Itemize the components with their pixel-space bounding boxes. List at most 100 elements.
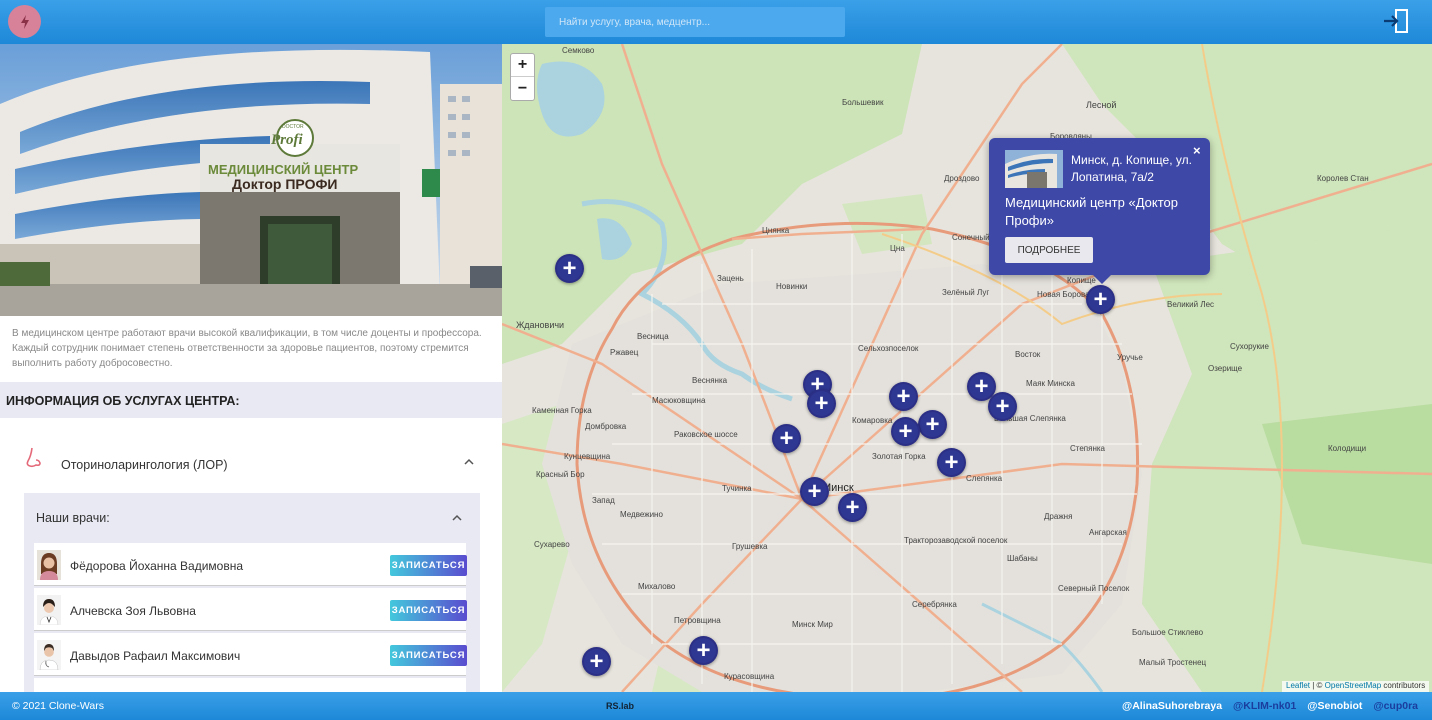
search-input[interactable] [545,7,845,37]
clinic-marker[interactable]: + [689,636,718,665]
sign-brand: Profi [271,132,303,148]
clinic-panel: DOCTOR Profi МЕДИЦИНСКИЙ ЦЕНТР Доктор ПР… [0,44,502,692]
map-label: Сухарево [534,540,570,549]
clinic-marker[interactable]: + [937,448,966,477]
map-label: Сельхозпоселок [858,344,919,353]
map-label: Колодищи [1328,444,1367,453]
sign-line2: Доктор ПРОФИ [232,176,338,192]
map-label: Ангарская [1089,528,1127,537]
chevron-up-icon[interactable] [464,458,474,465]
plus-icon: + [898,417,913,445]
map-label: Маяк Минска [1026,379,1075,388]
popup-tip [1093,275,1111,284]
plus-icon: + [562,254,577,282]
plus-icon: + [944,448,959,476]
book-button[interactable]: ЗАПИСАТЬСЯ [390,645,467,666]
map-label: Каменная Горка [532,406,592,415]
map-label: Большое Стиклево [1132,628,1204,637]
plus-icon: + [995,392,1010,420]
clinic-marker[interactable]: + [1086,285,1115,314]
map-label: Грушевка [732,542,768,551]
author-link[interactable]: @cup0ra [1373,700,1418,712]
doctor-row: Алчевска Зоя Львовна ЗАПИСАТЬСЯ [34,588,467,631]
map-label: Зелёный Луг [942,288,990,297]
plus-icon: + [696,636,711,664]
logout-icon[interactable] [1382,8,1410,34]
copyright: © 2021 Clone-Wars [12,700,104,712]
clinic-marker[interactable]: + [772,424,801,453]
plus-icon: + [779,424,794,452]
clinic-marker[interactable]: + [800,477,829,506]
map-label: Запад [592,496,615,505]
map[interactable]: Минск Ждановичи Лесной Боровляны Копище … [502,44,1432,692]
zoom-out-button[interactable]: − [511,77,534,100]
book-button[interactable]: ЗАПИСАТЬСЯ [390,600,467,621]
map-label: Новинки [776,282,808,291]
map-label: Кунцевщина [564,452,611,461]
osm-link[interactable]: OpenStreetMap [1325,681,1381,690]
map-label: Цна [890,244,905,253]
popup-title: Медицинский центр «Доктор Профи» [1005,195,1178,228]
clinic-marker[interactable]: + [807,389,836,418]
map-label: Лесной [1086,100,1117,110]
map-label: Северный Поселок [1058,584,1130,593]
author-link[interactable]: @AlinaSuhorebraya [1122,700,1222,712]
map-label: Малый Тростенец [1139,658,1207,667]
map-label: Дражня [1044,512,1073,521]
clinic-marker[interactable]: + [918,410,947,439]
clinic-marker[interactable]: + [838,493,867,522]
map-label: Цнянка [762,226,790,235]
doctor-name: Давыдов Рафаил Максимович [70,649,241,663]
doctors-title: Наши врачи: [36,511,110,525]
map-label: Михалово [638,582,676,591]
map-label: Медвежино [620,510,663,519]
sign-line1: МЕДИЦИНСКИЙ ЦЕНТР [208,162,358,177]
map-label: Веснянка [692,376,728,385]
map-label: Зацень [717,274,744,283]
doctor-row: Давыдов Рафаил Максимович ЗАПИСАТЬСЯ [34,633,467,676]
nose-icon [26,447,41,468]
map-label: Копище [1067,276,1096,285]
author-link[interactable]: @Senobiot [1307,700,1362,712]
clinic-marker[interactable]: + [582,647,611,676]
map-label: Большевик [842,98,884,107]
plus-icon: + [814,389,829,417]
zoom-control: + − [510,53,535,101]
service-label: Оториноларингология (ЛОР) [61,458,228,472]
author-link[interactable]: @KLIM-nk01 [1233,700,1296,712]
map-label: Курасовщина [724,672,775,681]
clinic-marker[interactable]: + [988,392,1017,421]
plus-icon: + [925,410,940,438]
map-label: Слепянка [966,474,1003,483]
leaflet-link[interactable]: Leaflet [1286,681,1310,690]
plus-icon: + [896,382,911,410]
doctor-row: Фёдорова Йоханна Вадимовна ЗАПИСАТЬСЯ [34,543,467,586]
zoom-in-button[interactable]: + [511,54,534,77]
logo-icon[interactable] [8,5,41,38]
clinic-marker[interactable]: + [891,417,920,446]
service-accordion-ent[interactable]: Оториноларингология (ЛОР) [24,436,480,486]
map-label: Раковское шоссе [674,430,738,439]
map-label: Степянка [1070,444,1106,453]
clinic-marker[interactable]: + [555,254,584,283]
map-label: Домбровка [585,422,627,431]
map-label: Минск Мир [792,620,833,629]
map-label: Комаровка [852,416,893,425]
chevron-up-icon[interactable] [452,514,462,521]
sign-brand-small: DOCTOR [282,124,304,130]
services-section-title: ИНФОРМАЦИЯ ОБ УСЛУГАХ ЦЕНТРА: [0,382,502,418]
rs-school-logo[interactable]: RS.lab [606,701,634,711]
map-label: Ржавец [610,348,639,357]
plus-icon: + [845,493,860,521]
doctor-name: Фёдорова Йоханна Вадимовна [70,559,244,573]
close-icon[interactable]: × [1193,143,1201,158]
clinic-marker[interactable]: + [889,382,918,411]
details-button[interactable]: ПОДРОБНЕЕ [1005,237,1093,263]
map-tiles [502,44,1432,692]
doctor-avatar [37,595,61,625]
map-label: Петровщина [674,616,721,625]
book-button[interactable]: ЗАПИСАТЬСЯ [390,555,467,576]
map-label: Шабаны [1007,554,1038,563]
map-attribution: Leaflet | © OpenStreetMap contributors [1282,681,1430,692]
footer: © 2021 Clone-Wars RS.lab @AlinaSuhorebra… [0,692,1432,720]
